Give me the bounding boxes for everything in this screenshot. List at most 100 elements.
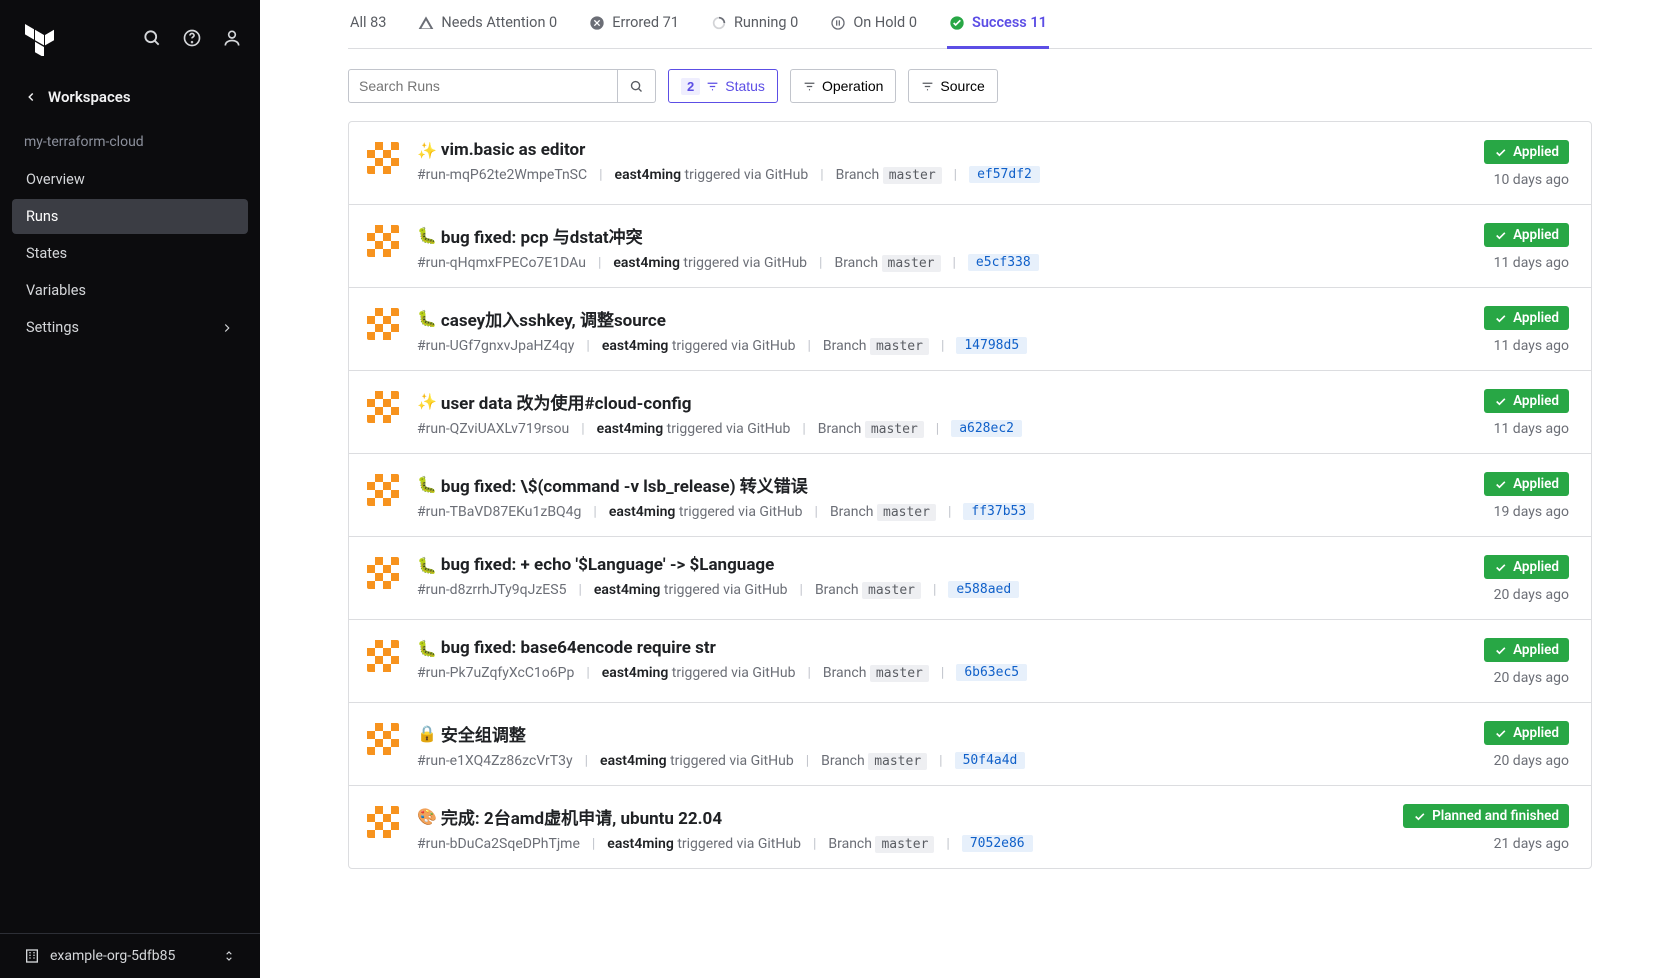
run-emoji: 🐛: [417, 226, 437, 245]
commit-tag[interactable]: e588aed: [948, 581, 1019, 598]
run-title: 安全组调整: [441, 721, 526, 746]
run-row[interactable]: 🎨 完成: 2台amd虚机申请, ubuntu 22.04 #run-bDuCa…: [349, 786, 1591, 868]
run-status-tabs: All 83 Needs Attention 0 Errored 71 Running…: [348, 0, 1592, 49]
run-id: #run-QZviUAXLv719rsou: [417, 421, 569, 437]
filter-status[interactable]: 2 Status: [668, 69, 778, 103]
tab-on[interactable]: On Hold 0: [828, 0, 919, 49]
filter-icon: [921, 80, 934, 93]
search-button[interactable]: [618, 69, 656, 103]
run-row[interactable]: 🐛 bug fixed: pcp 与dstat冲突 #run-qHqmxFPEC…: [349, 205, 1591, 288]
branch-tag: master: [882, 255, 941, 272]
tab-label: On Hold 0: [853, 14, 917, 31]
commit-tag[interactable]: 6b63ec5: [956, 664, 1027, 681]
nav-item-label: Variables: [26, 282, 86, 299]
sidebar-header: [0, 0, 260, 74]
filter-status-count: 2: [681, 78, 700, 95]
chevron-right-icon: [220, 321, 234, 335]
run-emoji: 🐛: [417, 309, 437, 328]
run-id: #run-bDuCa2SqeDPhTjme: [417, 836, 580, 852]
filter-source[interactable]: Source: [908, 69, 997, 103]
branch-tag: master: [877, 504, 936, 521]
run-row[interactable]: ✨ vim.basic as editor #run-mqP62te2WmpeT…: [349, 122, 1591, 205]
status-badge: Planned and finished: [1403, 804, 1569, 828]
branch-tag: master: [868, 753, 927, 770]
status-badge: Applied: [1484, 306, 1569, 330]
avatar: [367, 308, 399, 340]
commit-tag[interactable]: e5cf338: [968, 254, 1039, 271]
run-row[interactable]: 🐛 bug fixed: + echo '$Language' -> $Lang…: [349, 537, 1591, 620]
org-switcher-label: example-org-5dfb85: [50, 948, 175, 964]
check-icon: [1494, 312, 1507, 325]
tab-all[interactable]: All 83: [348, 0, 388, 49]
nav-item-states[interactable]: States: [12, 236, 248, 271]
branch-tag: master: [875, 836, 934, 853]
run-id: #run-UGf7gnxvJpaHZ4qy: [417, 338, 574, 354]
spinner-icon: [711, 15, 727, 31]
run-title: vim.basic as editor: [441, 140, 585, 160]
run-user: east4ming: [615, 167, 682, 183]
run-user: east4ming: [609, 504, 676, 520]
branch-tag: master: [870, 665, 929, 682]
run-row[interactable]: ✨ user data 改为使用#cloud-config #run-QZviU…: [349, 371, 1591, 454]
search-input[interactable]: [348, 69, 618, 103]
pause-icon: [830, 15, 846, 31]
org-switcher[interactable]: example-org-5dfb85: [0, 933, 260, 978]
run-user: east4ming: [602, 665, 669, 681]
check-icon: [1413, 810, 1426, 823]
run-id: #run-e1XQ4Zz86zcVrT3y: [417, 753, 573, 769]
run-time: 20 days ago: [1494, 753, 1569, 769]
avatar: [367, 640, 399, 672]
tab-label: Needs Attention 0: [441, 14, 557, 31]
tab-success[interactable]: Success 11: [947, 0, 1049, 49]
nav-item-settings[interactable]: Settings: [12, 310, 248, 345]
nav-item-runs[interactable]: Runs: [12, 199, 248, 234]
status-badge: Applied: [1484, 223, 1569, 247]
nav-item-label: Settings: [26, 319, 79, 336]
commit-tag[interactable]: ef57df2: [969, 166, 1040, 183]
filter-bar: 2 Status Operation Source: [348, 69, 1592, 103]
commit-tag[interactable]: a628ec2: [951, 420, 1022, 437]
run-row[interactable]: 🔒 安全组调整 #run-e1XQ4Zz86zcVrT3y | east4min…: [349, 703, 1591, 786]
run-row[interactable]: 🐛 bug fixed: \$(command -v lsb_release) …: [349, 454, 1591, 537]
status-badge: Applied: [1484, 555, 1569, 579]
check-icon: [1494, 229, 1507, 242]
avatar: [367, 723, 399, 755]
run-emoji: ✨: [417, 141, 437, 160]
warning-icon: [418, 15, 434, 31]
commit-tag[interactable]: 14798d5: [956, 337, 1027, 354]
check-icon: [1494, 395, 1507, 408]
sidebar: Workspaces my-terraform-cloud OverviewRu…: [0, 0, 260, 978]
run-title: 完成: 2台amd虚机申请, ubuntu 22.04: [441, 804, 722, 829]
run-title: user data 改为使用#cloud-config: [441, 389, 692, 414]
branch-tag: master: [862, 582, 921, 599]
terraform-logo-icon[interactable]: [24, 24, 56, 56]
tab-needs[interactable]: Needs Attention 0: [416, 0, 559, 49]
nav-item-overview[interactable]: Overview: [12, 162, 248, 197]
tab-label: Running 0: [734, 14, 798, 31]
back-to-workspaces[interactable]: Workspaces: [0, 74, 260, 120]
run-id: #run-qHqmxFPECo7E1DAu: [417, 255, 586, 271]
run-row[interactable]: 🐛 bug fixed: base64encode require str #r…: [349, 620, 1591, 703]
main-content: All 83 Needs Attention 0 Errored 71 Running…: [260, 0, 1680, 978]
search-icon[interactable]: [142, 28, 162, 52]
nav-item-variables[interactable]: Variables: [12, 273, 248, 308]
tab-errored[interactable]: Errored 71: [587, 0, 681, 49]
run-emoji: 🐛: [417, 475, 437, 494]
tab-label: All 83: [350, 14, 386, 31]
commit-tag[interactable]: 50f4a4d: [955, 752, 1026, 769]
avatar: [367, 225, 399, 257]
filter-icon: [706, 80, 719, 93]
tab-running[interactable]: Running 0: [709, 0, 800, 49]
run-user: east4ming: [607, 836, 674, 852]
help-icon[interactable]: [182, 28, 202, 52]
run-user: east4ming: [600, 753, 667, 769]
status-badge: Applied: [1484, 472, 1569, 496]
commit-tag[interactable]: 7052e86: [962, 835, 1033, 852]
user-icon[interactable]: [222, 28, 242, 52]
run-row[interactable]: 🐛 casey加入sshkey, 调整source #run-UGf7gnxvJ…: [349, 288, 1591, 371]
filter-operation[interactable]: Operation: [790, 69, 896, 103]
run-emoji: 🐛: [417, 556, 437, 575]
run-time: 11 days ago: [1494, 421, 1569, 437]
run-user: east4ming: [613, 255, 680, 271]
commit-tag[interactable]: ff37b53: [963, 503, 1034, 520]
